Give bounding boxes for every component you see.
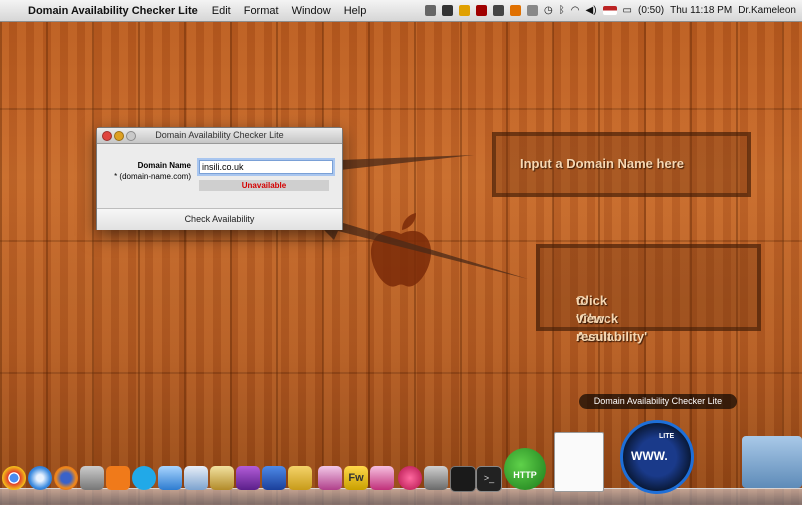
click-hint-line2: to view result bbox=[576, 293, 612, 344]
minimize-button-icon[interactable] bbox=[114, 131, 124, 141]
system-preferences-icon[interactable] bbox=[424, 466, 448, 490]
lite-label: LITE bbox=[659, 433, 675, 440]
domain-checker-app-icon[interactable]: LITE WWW. bbox=[620, 420, 694, 494]
domain-input[interactable] bbox=[199, 160, 333, 174]
package-icon[interactable] bbox=[184, 466, 208, 490]
fireworks-icon[interactable]: Fw bbox=[344, 466, 368, 490]
window-titlebar[interactable]: Domain Availability Checker Lite bbox=[97, 128, 342, 144]
close-button-icon[interactable] bbox=[102, 131, 112, 141]
flower-app-icon[interactable] bbox=[318, 466, 342, 490]
window-title: Domain Availability Checker Lite bbox=[155, 130, 284, 140]
click-hint-note: Click 'Check Availability' to view resul… bbox=[536, 244, 761, 344]
input-hint-note: Input a Domain Name here bbox=[492, 132, 751, 197]
applications-folder-icon[interactable] bbox=[742, 436, 802, 488]
archive-icon[interactable] bbox=[210, 466, 234, 490]
input-hint-text: Input a Domain Name here bbox=[520, 156, 684, 171]
domain-name-label: Domain Name bbox=[137, 161, 191, 170]
photo-app-icon[interactable] bbox=[370, 466, 394, 490]
activity-monitor-icon[interactable] bbox=[450, 466, 476, 492]
mail-icon[interactable] bbox=[158, 466, 182, 490]
zoom-button-icon[interactable] bbox=[126, 131, 136, 141]
domain-format-hint: * (domain-name.com) bbox=[114, 172, 191, 181]
dock-shelf bbox=[0, 488, 802, 505]
chrome-icon[interactable] bbox=[2, 466, 26, 490]
result-status: Unavailable bbox=[199, 180, 329, 191]
www-label: WWW. bbox=[631, 449, 668, 463]
document-app-icon[interactable] bbox=[554, 432, 604, 492]
xcode-icon[interactable] bbox=[262, 466, 286, 490]
skype-icon[interactable] bbox=[132, 466, 156, 490]
http-label: HTTP bbox=[513, 470, 537, 480]
editor-icon[interactable] bbox=[288, 466, 312, 490]
firefox-icon[interactable] bbox=[54, 466, 78, 490]
media-icon[interactable] bbox=[236, 466, 260, 490]
check-availability-button[interactable]: Check Availability bbox=[97, 208, 342, 230]
heart-app-icon[interactable] bbox=[398, 466, 422, 490]
http-app-icon[interactable]: HTTP bbox=[504, 448, 546, 490]
terminal-icon[interactable]: >_ bbox=[476, 466, 502, 492]
app-window: Domain Availability Checker Lite Domain … bbox=[96, 127, 343, 230]
xampp-icon[interactable] bbox=[106, 466, 130, 490]
safari-icon[interactable] bbox=[28, 466, 52, 490]
preview-icon[interactable] bbox=[80, 466, 104, 490]
dock-tooltip: Domain Availability Checker Lite bbox=[579, 394, 737, 409]
